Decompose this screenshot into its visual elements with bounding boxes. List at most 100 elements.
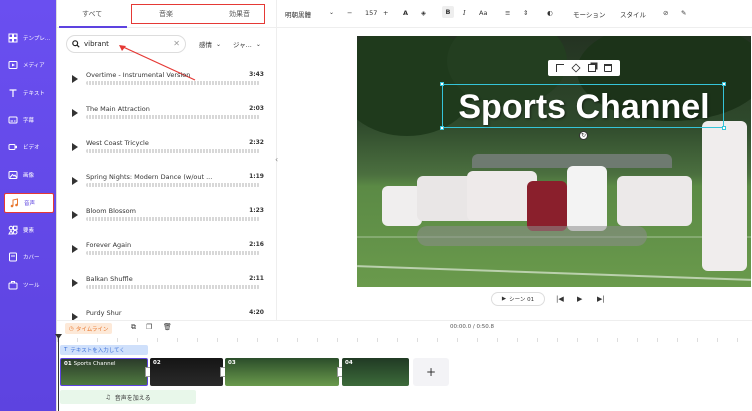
bold-button[interactable]: B [442,6,454,18]
track-item[interactable]: Forever Again 2:16 [66,238,268,268]
sidebar-item-cover[interactable]: カバー [4,247,54,267]
clip-thumbnail[interactable]: 02 [150,358,223,386]
sidebar-item-video[interactable]: ビデオ [4,137,54,157]
spacing-icon[interactable]: ⇕ [523,9,528,17]
font-select[interactable]: 明朝黒體 [285,9,311,19]
copy-icon[interactable]: ❐ [146,323,152,331]
edit-pen-icon[interactable]: ✎ [681,9,686,17]
resize-handle[interactable] [722,126,726,130]
play-icon[interactable] [72,109,78,117]
waveform [86,115,260,119]
duplicate-icon[interactable] [588,64,596,72]
split-icon[interactable]: ⧉ [131,323,136,332]
text-case-button[interactable]: Aa [479,9,487,17]
track-item[interactable]: The Main Attraction 2:03 [66,102,268,132]
chevron-down-icon: ⌄ [255,40,261,48]
track-title: Purdy Shur [86,309,122,317]
play-icon[interactable]: ▶ [577,295,582,303]
player-shape [617,176,692,226]
scene-play-button[interactable]: ▶ シーン 01 [491,292,545,306]
align-icon[interactable]: ≡ [505,9,510,17]
play-icon[interactable] [72,75,78,83]
timeline-label: タイムライン [75,326,109,333]
waveform [86,149,260,153]
sidebar-item-tools[interactable]: ツール [4,275,54,295]
play-icon[interactable] [72,313,78,320]
play-icon[interactable] [72,143,78,151]
add-clip-button[interactable]: + [413,358,449,386]
font-size-decrease-button[interactable]: − [347,9,352,17]
rotate-handle-icon[interactable]: ↻ [579,131,588,140]
font-chevron-down-icon[interactable]: ⌄ [329,9,334,16]
italic-button[interactable]: I [463,9,466,17]
tab-all[interactable]: すべて [82,9,102,19]
track-duration: 4:20 [249,309,264,316]
track-item[interactable]: West Coast Tricycle 2:32 [66,136,268,166]
sidebar-item-label: 要素 [23,228,35,234]
resize-handle[interactable] [440,82,444,86]
track-item[interactable]: Spring Nights: Modern Dance (w/out ... 1… [66,170,268,200]
clip-thumbnail[interactable]: 03 [225,358,339,386]
sidebar-item-elements[interactable]: 要素 [4,220,54,240]
resize-handle[interactable] [440,126,444,130]
collapse-panel-chevron-icon[interactable]: ‹ [275,155,283,171]
toolbox-icon [8,281,18,290]
previous-scene-icon[interactable]: |◀ [556,295,564,303]
next-scene-icon[interactable]: ▶| [597,295,605,303]
sidebar-item-label: メディア [23,63,45,69]
genre-dropdown[interactable]: ジャ... ⌄ [233,35,261,53]
track-item[interactable]: Purdy Shur 4:20 [66,306,268,320]
highlight-color-icon[interactable]: ◈ [421,9,426,17]
resize-handle[interactable] [722,82,726,86]
panel-tabs: すべて 音楽 効果音 [57,0,277,28]
sidebar-item-audio[interactable]: 音声 [4,193,54,213]
track-title: Spring Nights: Modern Dance (w/out ... [86,173,213,181]
tab-sound-effects[interactable]: 効果音 [229,9,250,19]
play-icon[interactable] [72,279,78,287]
title-text-selection[interactable]: Sports Channel ↻ [440,82,726,140]
player-legs-shape [417,226,647,246]
opacity-icon[interactable]: ◐ [547,9,553,17]
sidebar-item-label: 音声 [24,201,36,207]
track-item[interactable]: Overtime - Instrumental Version 3:43 [66,68,268,98]
track-title: Overtime - Instrumental Version [86,71,191,79]
track-title: Balkan Shuffle [86,275,133,283]
sidebar-item-templates[interactable]: テンプレ... [4,28,54,48]
title-text[interactable]: Sports Channel [443,87,725,127]
link-icon[interactable]: ⊘ [663,9,668,17]
play-icon[interactable] [72,211,78,219]
sidebar-item-subtitles[interactable]: 字幕 [4,110,54,130]
text-track[interactable]: T テキストを入力してく [60,345,148,355]
mood-dropdown-value: 感情 [199,41,212,49]
track-item[interactable]: Bloom Blossom 1:23 [66,204,268,234]
align-left-icon[interactable] [556,64,564,72]
play-icon[interactable] [72,245,78,253]
sidebar-item-media[interactable]: メディア [4,55,54,75]
mood-dropdown[interactable]: 感情 ⌄ [199,35,221,53]
track-item[interactable]: Balkan Shuffle 2:11 [66,272,268,302]
tab-music[interactable]: 音楽 [159,9,173,19]
trash-icon[interactable]: 🗑 [163,323,172,331]
chevron-down-icon: ⌄ [216,40,222,48]
style-button[interactable]: スタイル [620,9,646,19]
timeline-button[interactable]: ◷ タイムライン [65,323,113,334]
trash-icon[interactable] [604,64,612,72]
track-duration: 2:16 [249,241,264,248]
font-color-icon[interactable]: A [403,9,408,17]
sidebar-item-images[interactable]: 画像 [4,165,54,185]
add-audio-button[interactable]: ♫ 音声を加える [60,390,196,404]
motion-button[interactable]: モーション [573,9,605,19]
sidebar-item-text[interactable]: テキスト [4,83,54,103]
sidebar-item-label: テンプレ... [23,36,51,42]
play-icon[interactable] [72,177,78,185]
clip-thumbnail[interactable]: 04 [342,358,409,386]
playhead[interactable] [58,335,59,411]
text-icon: T [64,347,68,353]
track-title: The Main Attraction [86,105,150,113]
layers-icon[interactable] [571,63,581,73]
video-canvas[interactable]: Sports Channel ↻ [357,36,751,287]
font-size-value[interactable]: 157 [365,9,377,17]
clip-thumbnail[interactable]: 01 Sports Channel [60,358,148,386]
font-size-increase-button[interactable]: + [383,9,388,17]
player-shape [702,121,747,271]
